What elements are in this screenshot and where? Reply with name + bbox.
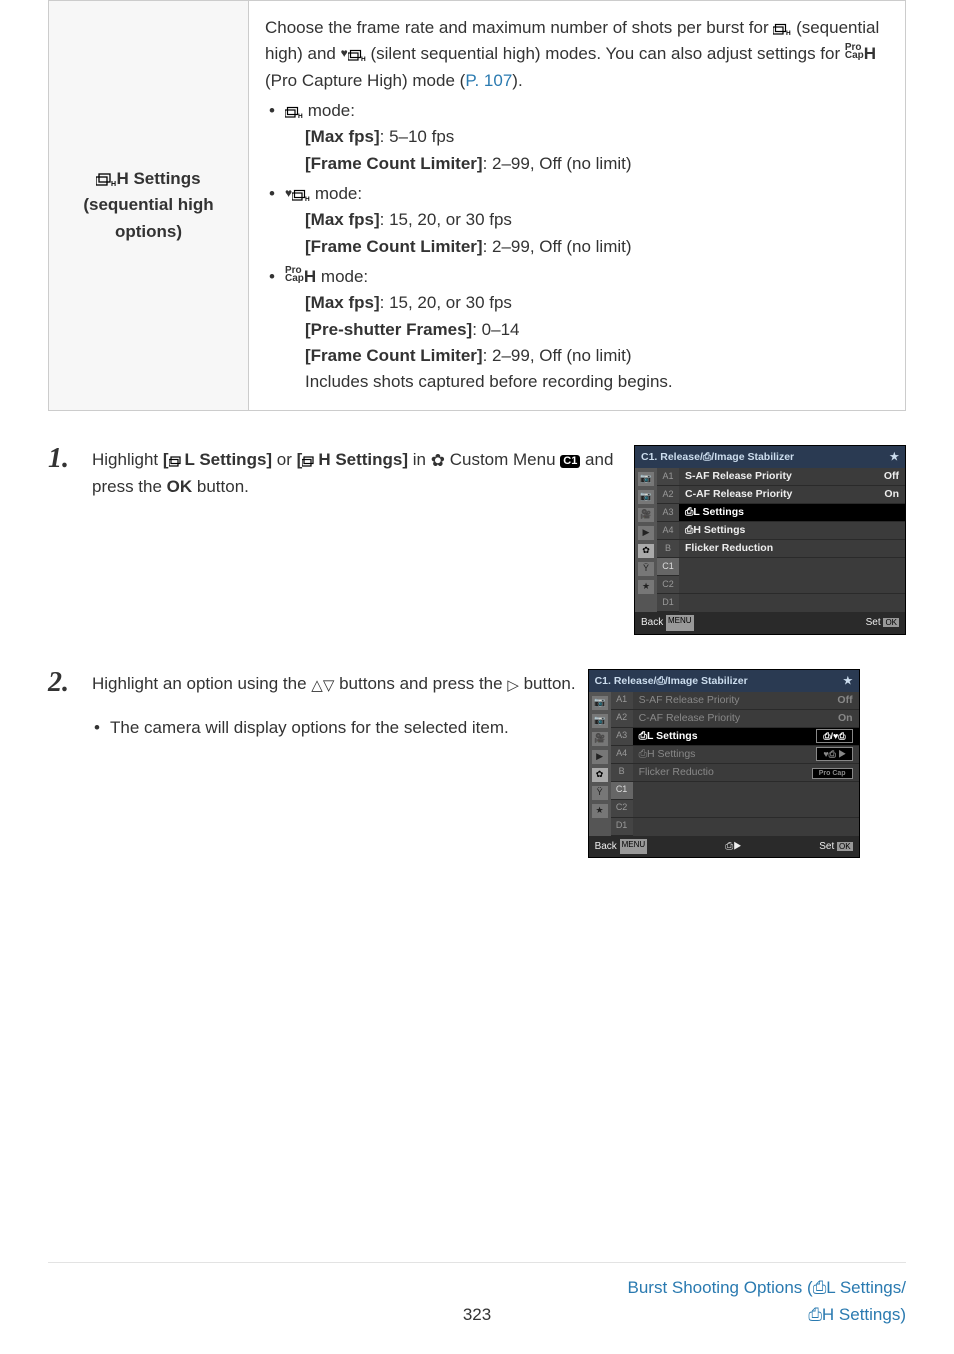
star-icon-2: ★ bbox=[843, 673, 852, 689]
camera-screen-2: C1. Release/⎙/Image Stabilizer★ 📷📷🎥▶✿Ÿ★ … bbox=[588, 669, 860, 859]
c1-badge: C1 bbox=[560, 455, 580, 468]
burst-h-icon: H bbox=[96, 169, 116, 188]
step-2-body: Highlight an option using the △▽ buttons… bbox=[92, 669, 576, 742]
step-2-number: 2. bbox=[48, 669, 80, 697]
link-p107[interactable]: P. 107 bbox=[465, 71, 512, 90]
mode-item-silent-seq-high: ♥H mode: [Max fps]: 15, 20, or 30 fps [F… bbox=[265, 181, 889, 260]
step-1-body: Highlight [L Settings] or [H Settings] i… bbox=[92, 445, 622, 501]
step-1-number: 1. bbox=[48, 445, 80, 473]
page-footer: 323 Burst Shooting Options (⎙L Settings/… bbox=[48, 1262, 906, 1328]
silent-seq-high-icon: H bbox=[348, 44, 366, 63]
up-arrow-icon: △ bbox=[311, 677, 323, 694]
footer-section-link[interactable]: Burst Shooting Options (⎙L Settings/ ⎙H … bbox=[620, 1275, 906, 1328]
star-icon: ★ bbox=[890, 449, 899, 465]
burst-h-icon-2 bbox=[302, 450, 318, 469]
seq-high-icon: H bbox=[773, 18, 791, 37]
heart-icon: ♥ bbox=[341, 46, 348, 60]
settings-row-body: Choose the frame rate and maximum number… bbox=[249, 1, 906, 411]
label-text-1: H Settings bbox=[116, 169, 200, 188]
gear-icon: ✿ bbox=[431, 451, 445, 470]
label-text-2: (sequential high bbox=[83, 195, 213, 214]
settings-row-label: HH Settings (sequential high options) bbox=[49, 1, 249, 411]
mode-item-procap-high: ProCapH mode: [Max fps]: 15, 20, or 30 f… bbox=[265, 264, 889, 396]
right-arrow-icon: ▷ bbox=[507, 677, 519, 694]
label-text-3: options) bbox=[115, 222, 182, 241]
camera-screen-1: C1. Release/⎙/Image Stabilizer★ 📷📷🎥▶✿Ÿ★ … bbox=[634, 445, 906, 635]
step-1: 1. Highlight [L Settings] or [H Settings… bbox=[48, 445, 906, 635]
seq-high-icon-2: H bbox=[285, 101, 303, 120]
menu-row-l-settings-sel[interactable]: ⎙L Settings⎙/♥⎙ bbox=[633, 728, 859, 746]
procap-h-icon-2: ProCap bbox=[285, 267, 304, 283]
page-number: 323 bbox=[334, 1302, 620, 1328]
settings-table: HH Settings (sequential high options) Ch… bbox=[48, 0, 906, 411]
step-2-substep: The camera will display options for the … bbox=[92, 715, 576, 741]
procap-h-icon: ProCap bbox=[845, 44, 864, 60]
step-2: 2. Highlight an option using the △▽ butt… bbox=[48, 669, 906, 859]
menu-row-l-settings[interactable]: ⎙L Settings bbox=[679, 504, 905, 522]
down-arrow-icon: ▽ bbox=[323, 677, 335, 694]
mode-item-seq-high: H mode: [Max fps]: 5–10 fps [Frame Count… bbox=[265, 98, 889, 177]
silent-seq-high-icon-2: H bbox=[292, 184, 310, 203]
intro-paragraph: Choose the frame rate and maximum number… bbox=[265, 15, 889, 94]
burst-l-icon bbox=[169, 450, 185, 469]
